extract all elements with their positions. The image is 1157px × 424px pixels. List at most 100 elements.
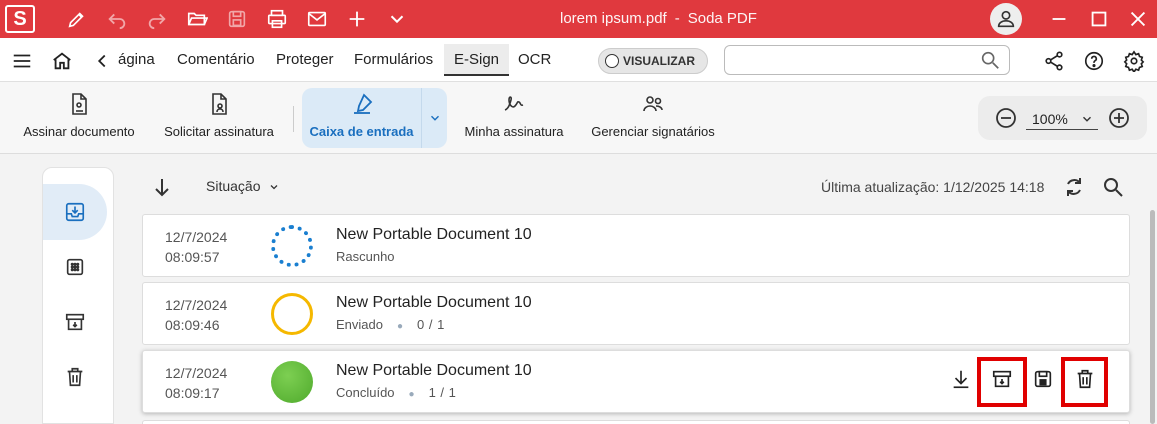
status-filter-dropdown[interactable]: Situação [206,178,280,194]
esign-side-panel [42,167,114,424]
edit-pen-icon[interactable] [66,8,88,30]
request-signature-icon [212,93,227,115]
document-row[interactable] [142,420,1130,424]
row-signer-count: 1 / 1 [428,385,457,400]
document-row[interactable]: 12/7/2024 08:09:17 New Portable Document… [142,350,1130,413]
sent-status-icon [271,293,313,335]
row-signer-count: 0 / 1 [417,317,445,332]
row-date: 12/7/2024 [165,297,228,313]
download-icon [953,370,969,389]
save-button[interactable] [1029,365,1057,393]
window-title: lorem ipsum.pdf - Soda PDF [560,10,860,27]
settings-gear-icon[interactable] [1122,49,1146,73]
file-name: lorem ipsum.pdf [560,10,667,27]
archive-icon [65,313,85,331]
inbox-button[interactable]: Caixa de entrada [302,88,421,148]
tab-pagina[interactable]: ágina [110,44,163,76]
zoom-control: 100% [978,96,1147,140]
trash-icon [1077,369,1093,389]
plus-icon[interactable] [346,8,368,30]
row-status-line: Concluído ● 1 / 1 [336,385,456,400]
tab-formularios[interactable]: Formulários [346,44,441,76]
hamburger-menu-icon[interactable] [10,49,34,73]
sort-arrow-down-icon[interactable] [150,175,174,199]
delete-button[interactable] [1071,365,1099,393]
chevron-down-icon [1083,116,1091,122]
trash-icon [67,367,83,387]
last-update-text: Última atualização: 1/12/2025 14:18 [821,179,1045,195]
toggle-knob [605,54,619,68]
app-name: Soda PDF [687,10,757,27]
zoom-select[interactable]: 100% [1026,108,1098,130]
help-icon[interactable] [1082,49,1106,73]
redo-icon[interactable] [146,8,168,30]
request-signature-label: Solicitar assinatura [164,124,274,139]
document-row[interactable]: 12/7/2024 08:09:57 New Portable Document… [142,214,1130,277]
trash-filter-button[interactable] [43,349,107,405]
signature-icon [504,96,524,111]
inbox-dropdown-button[interactable] [421,88,447,148]
title-separator: - [674,10,680,27]
status-filter-label: Situação [206,178,261,194]
drafts-filter-button[interactable] [43,239,107,295]
zoom-out-icon[interactable] [994,106,1018,130]
close-icon[interactable] [1127,8,1149,30]
search-icon[interactable] [1101,175,1125,199]
save-icon [1034,370,1052,388]
dotted-square-icon [66,258,84,276]
search-box[interactable] [724,45,1010,75]
document-row[interactable]: 12/7/2024 08:09:46 New Portable Document… [142,282,1130,345]
visualize-toggle[interactable]: VISUALIZAR [598,48,708,74]
download-button[interactable] [947,365,975,393]
app-logo[interactable]: S [5,5,35,33]
my-signature-label: Minha assinatura [464,124,564,139]
search-input[interactable] [733,47,973,73]
open-folder-icon[interactable] [186,8,208,30]
my-signature-button[interactable]: Minha assinatura [456,88,572,148]
search-icon[interactable] [979,49,1001,71]
print-icon[interactable] [266,8,288,30]
tab-proteger[interactable]: Proteger [268,44,342,76]
mail-icon[interactable] [306,8,328,30]
share-icon[interactable] [1042,49,1066,73]
save-icon[interactable] [226,8,248,30]
row-document-name: New Portable Document 10 [336,226,532,243]
row-status: Concluído [336,385,395,400]
archive-icon [992,370,1012,388]
tab-ocr[interactable]: OCR [510,44,559,76]
zoom-in-icon[interactable] [1107,106,1131,130]
row-status: Enviado [336,317,383,332]
row-time: 08:09:57 [165,249,220,265]
refresh-icon[interactable] [1062,175,1086,199]
manage-signers-label: Gerenciar signatários [591,124,715,139]
separator-dot: ● [408,389,415,400]
maximize-icon[interactable] [1088,8,1110,30]
sign-document-label: Assinar documento [23,124,135,139]
tab-comentario[interactable]: Comentário [169,44,263,76]
row-datetime: 12/7/2024 08:09:57 [165,227,227,267]
row-time: 08:09:46 [165,317,220,333]
row-document-name: New Portable Document 10 [336,362,532,379]
toggle-label: VISUALIZAR [623,54,695,68]
row-datetime: 12/7/2024 08:09:17 [165,363,227,403]
row-status-line: Enviado ● 0 / 1 [336,317,445,332]
tab-esign[interactable]: E-Sign [444,44,510,76]
user-avatar[interactable] [990,3,1022,35]
row-datetime: 12/7/2024 08:09:46 [165,295,227,335]
archive-button[interactable] [988,365,1016,393]
vertical-scrollbar[interactable] [1150,210,1155,424]
manage-signers-button[interactable]: Gerenciar signatários [588,88,718,148]
sign-document-button[interactable]: Assinar documento [20,88,138,148]
undo-icon[interactable] [106,8,128,30]
request-signature-button[interactable]: Solicitar assinatura [160,88,278,148]
archive-filter-button[interactable] [43,294,107,350]
home-icon[interactable] [50,49,74,73]
chevron-down-icon [270,185,278,190]
inbox-tray-icon [65,202,85,222]
inbox-pen-icon [353,93,372,114]
inbox-filter-button[interactable] [43,184,107,240]
ribbon-separator [293,106,294,132]
chevron-down-icon[interactable] [386,8,408,30]
minimize-icon[interactable] [1048,8,1070,30]
chevron-down-icon [430,115,439,121]
